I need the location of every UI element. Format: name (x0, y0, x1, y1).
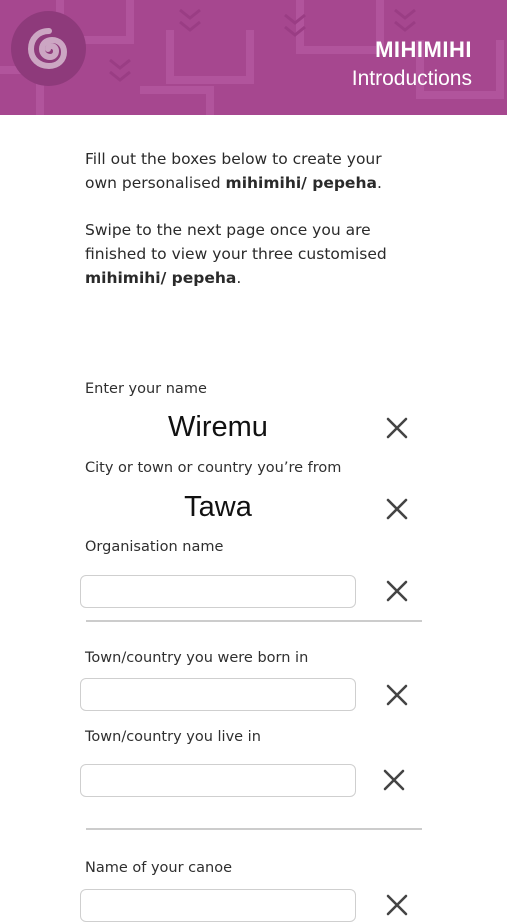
clear-born-button[interactable] (384, 682, 410, 708)
section-divider-2 (86, 828, 422, 830)
intro-end-1: . (376, 174, 382, 192)
close-icon (386, 498, 408, 520)
intro-text-2: Swipe to the next page once you are fini… (85, 221, 387, 263)
live-label: Town/country you live in (85, 729, 261, 745)
close-icon (386, 417, 408, 439)
intro-paragraph-1: Fill out the boxes below to create your … (85, 147, 415, 195)
koru-spiral-glyph (27, 27, 67, 69)
page-subtitle: Introductions (351, 67, 472, 90)
intro-bold-2: mihimihi/ pepeha (85, 269, 237, 287)
clear-organisation-button[interactable] (384, 578, 410, 604)
intro-bold-1: mihimihi/ pepeha (225, 174, 377, 192)
canoe-label: Name of your canoe (85, 860, 233, 876)
clear-name-button[interactable] (384, 415, 410, 441)
canoe-field[interactable] (80, 889, 356, 922)
close-icon (386, 894, 408, 916)
page-title: MIHIMIHI (375, 37, 472, 62)
born-label: Town/country you were born in (85, 650, 309, 666)
close-icon (383, 769, 405, 791)
koru-spiral-icon[interactable] (11, 11, 86, 86)
close-icon (386, 580, 408, 602)
intro-paragraph-2: Swipe to the next page once you are fini… (85, 218, 415, 290)
city-label: City or town or country you’re from (85, 460, 342, 476)
city-input[interactable]: Tawa (88, 491, 348, 524)
app-header: MIHIMIHI Introductions (0, 0, 507, 115)
live-field[interactable] (80, 764, 356, 797)
section-divider (86, 620, 422, 622)
name-input[interactable]: Wiremu (88, 411, 348, 444)
close-icon (386, 684, 408, 706)
clear-city-button[interactable] (384, 496, 410, 522)
name-label: Enter your name (85, 381, 207, 397)
organisation-field[interactable] (80, 575, 356, 608)
clear-live-button[interactable] (381, 767, 407, 793)
born-field[interactable] (80, 678, 356, 711)
clear-canoe-button[interactable] (384, 892, 410, 918)
intro-end-2: . (236, 269, 242, 287)
organisation-label: Organisation name (85, 539, 224, 555)
